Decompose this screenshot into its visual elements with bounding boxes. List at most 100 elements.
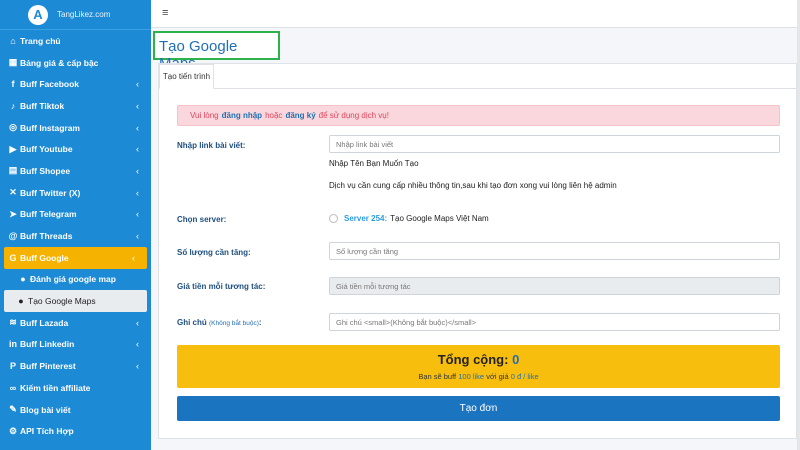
- sidebar-item-b-ng-gi-c-p-b-c[interactable]: ▦ Bảng giá & cấp bậc: [0, 52, 151, 74]
- total-sub-mid: với giá: [486, 372, 509, 381]
- sidebar-item-label: Buff Instagram: [20, 122, 80, 133]
- pinterest-icon: P: [9, 361, 16, 372]
- register-link[interactable]: đăng ký: [285, 111, 315, 120]
- sidebar: A TangLikez.com ⌂ Trang chủ ▦ Bảng giá & cấ…: [0, 0, 151, 450]
- login-link[interactable]: đăng nhập: [222, 111, 262, 120]
- server-label: Chọn server:: [177, 215, 227, 224]
- instagram-icon: ◎: [9, 122, 17, 133]
- map-marker-icon: ●: [20, 274, 26, 285]
- brand-logo: A: [28, 4, 48, 25]
- brand[interactable]: A TangLikez.com: [0, 0, 151, 30]
- top-bar: ≡: [151, 0, 800, 28]
- hint-name: Nhập Tên Bạn Muốn Tạo: [329, 159, 419, 168]
- qty-label: Số lượng cần tăng:: [177, 248, 251, 257]
- sidebar-item-label: Buff Threads: [20, 231, 73, 242]
- sidebar-item-buff-facebook[interactable]: f Buff Facebook ‹: [0, 73, 151, 95]
- sidebar-item-buff-tiktok[interactable]: ♪ Buff Tiktok ‹: [0, 95, 151, 117]
- note-label-text: Ghi chú: [177, 318, 207, 327]
- sidebar-item-label: Buff Youtube: [20, 144, 73, 155]
- link-label: Nhập link bài viết:: [177, 141, 246, 150]
- chevron-left-icon: ‹: [136, 144, 139, 155]
- home-icon: ⌂: [10, 35, 16, 46]
- sidebar-item-label: Buff Tiktok: [20, 100, 65, 111]
- tiktok-icon: ♪: [10, 100, 16, 111]
- twitter-x-icon: ✕: [9, 187, 17, 198]
- pin-icon: ✎: [9, 404, 17, 415]
- sidebar-item-label: Buff Telegram: [20, 209, 77, 220]
- sidebar-item-t-o-google-maps[interactable]: ● Tạo Google Maps: [4, 290, 147, 312]
- sidebar-item-buff-shopee[interactable]: ▤ Buff Shopee ‹: [0, 160, 151, 182]
- note-input[interactable]: Ghi chú <small>(Không bắt buộc)</small>: [329, 313, 780, 331]
- sidebar-item-label: Bảng giá & cấp bậc: [20, 57, 99, 68]
- alert-post: để sử dụng dịch vụ!: [318, 111, 389, 120]
- price-input: Giá tiền mỗi tương tác: [329, 277, 780, 295]
- sidebar-item-api-t-ch-h-p[interactable]: ⚙ API Tích Hợp: [0, 420, 151, 442]
- link-input[interactable]: Nhập link bài viết: [329, 135, 780, 153]
- form-card: Tạo tiến trình Vui lòng đăng nhập hoặc đ…: [158, 63, 797, 439]
- tab-bar: Tạo tiến trình: [159, 64, 796, 89]
- sidebar-item-label: Tạo Google Maps: [28, 296, 96, 307]
- link-icon: ∞: [9, 382, 17, 393]
- menu-toggle-icon[interactable]: ≡: [162, 7, 168, 19]
- total-sub-pre: Bạn sẽ buff: [418, 372, 457, 381]
- total-box: Tổng cộng: 0 Bạn sẽ buff 100 like với gi…: [177, 345, 780, 388]
- sidebar-item-label: Buff Twitter (X): [20, 187, 81, 198]
- sidebar-item-buff-threads[interactable]: @ Buff Threads ‹: [0, 225, 151, 247]
- alert-or: hoặc: [265, 111, 283, 120]
- create-order-button[interactable]: Tạo đơn: [177, 396, 780, 421]
- chevron-left-icon: ‹: [136, 339, 139, 350]
- sidebar-nav: ⌂ Trang chủ ▦ Bảng giá & cấp bậc f Buff Faceb…: [0, 30, 151, 442]
- server-option[interactable]: Server 254: Tạo Google Maps Việt Nam: [329, 214, 489, 223]
- sidebar-item-label: Blog bài viết: [20, 404, 71, 415]
- note-label-small: (Không bắt buộc): [209, 320, 259, 327]
- sidebar-item-label: Buff Linkedin: [20, 339, 75, 350]
- map-marker-icon: ●: [18, 296, 24, 307]
- chevron-left-icon: ‹: [132, 252, 135, 263]
- chevron-left-icon: ‹: [136, 165, 139, 176]
- lazada-icon: ≋: [9, 317, 17, 328]
- sidebar-item-buff-google[interactable]: G Buff Google ‹: [4, 246, 147, 269]
- total-value: 0: [512, 352, 520, 367]
- total-label: Tổng cộng:: [437, 352, 509, 367]
- alert-pre: Vui lòng: [190, 111, 219, 120]
- chevron-left-icon: ‹: [136, 187, 139, 198]
- login-alert: Vui lòng đăng nhập hoặc đăng ký để sử dụ…: [177, 105, 780, 126]
- price-label: Giá tiền mỗi tương tác:: [177, 282, 266, 291]
- sidebar-item-label: API Tích Hợp: [20, 426, 74, 437]
- sidebar-item-buff-linkedin[interactable]: in Buff Linkedin ‹: [0, 334, 151, 356]
- total-subtext: Bạn sẽ buff 100 like với giá 0 đ / like: [177, 372, 780, 381]
- sidebar-item-buff-telegram[interactable]: ➤ Buff Telegram ‹: [0, 204, 151, 226]
- sidebar-item-buff-twitter-x[interactable]: ✕ Buff Twitter (X) ‹: [0, 182, 151, 204]
- api-icon: ⚙: [8, 425, 18, 436]
- server-radio[interactable]: [329, 214, 338, 223]
- sidebar-item-blog-b-i-vi-t[interactable]: ✎ Blog bài viết: [0, 399, 151, 421]
- chevron-left-icon: ‹: [136, 122, 139, 133]
- sidebar-item-nh-gi-google-map[interactable]: ● Đánh giá google map: [0, 269, 151, 291]
- sidebar-item-label: Đánh giá google map: [30, 274, 116, 285]
- note-label: Ghi chú (Không bắt buộc):: [177, 318, 262, 327]
- chevron-left-icon: ‹: [136, 100, 139, 111]
- page-title-box: Tạo Google Maps: [153, 31, 280, 72]
- sidebar-item-buff-youtube[interactable]: ▶ Buff Youtube ‹: [0, 138, 151, 160]
- hint-info: Dịch vụ cần cung cấp nhiều thông tin,sau…: [329, 181, 617, 190]
- brand-name: TangLikez.com: [57, 10, 111, 19]
- chevron-left-icon: ‹: [136, 209, 139, 220]
- youtube-icon: ▶: [9, 143, 17, 154]
- sidebar-item-buff-pinterest[interactable]: P Buff Pinterest ‹: [0, 355, 151, 377]
- shopee-icon: ▤: [8, 165, 18, 176]
- sidebar-item-buff-lazada[interactable]: ≋ Buff Lazada ‹: [0, 312, 151, 334]
- sidebar-item-ki-m-ti-n-affiliate[interactable]: ∞ Kiếm tiền affiliate: [0, 377, 151, 399]
- server-desc: Tạo Google Maps Việt Nam: [390, 214, 489, 223]
- sidebar-item-label: Buff Facebook: [20, 79, 80, 90]
- total-sub-price: 0 đ / like: [510, 372, 539, 381]
- sidebar-item-buff-instagram[interactable]: ◎ Buff Instagram ‹: [0, 117, 151, 139]
- google-icon: G: [9, 252, 17, 263]
- threads-icon: @: [8, 231, 18, 242]
- sidebar-item-label: Kiếm tiền affiliate: [20, 382, 91, 393]
- facebook-icon: f: [11, 79, 15, 90]
- qty-input[interactable]: Số lượng cần tăng: [329, 242, 780, 260]
- chevron-left-icon: ‹: [136, 231, 139, 242]
- sidebar-item-trang-ch[interactable]: ⌂ Trang chủ: [0, 30, 151, 52]
- total-heading: Tổng cộng: 0: [177, 352, 780, 367]
- tab-create-process[interactable]: Tạo tiến trình: [159, 64, 214, 89]
